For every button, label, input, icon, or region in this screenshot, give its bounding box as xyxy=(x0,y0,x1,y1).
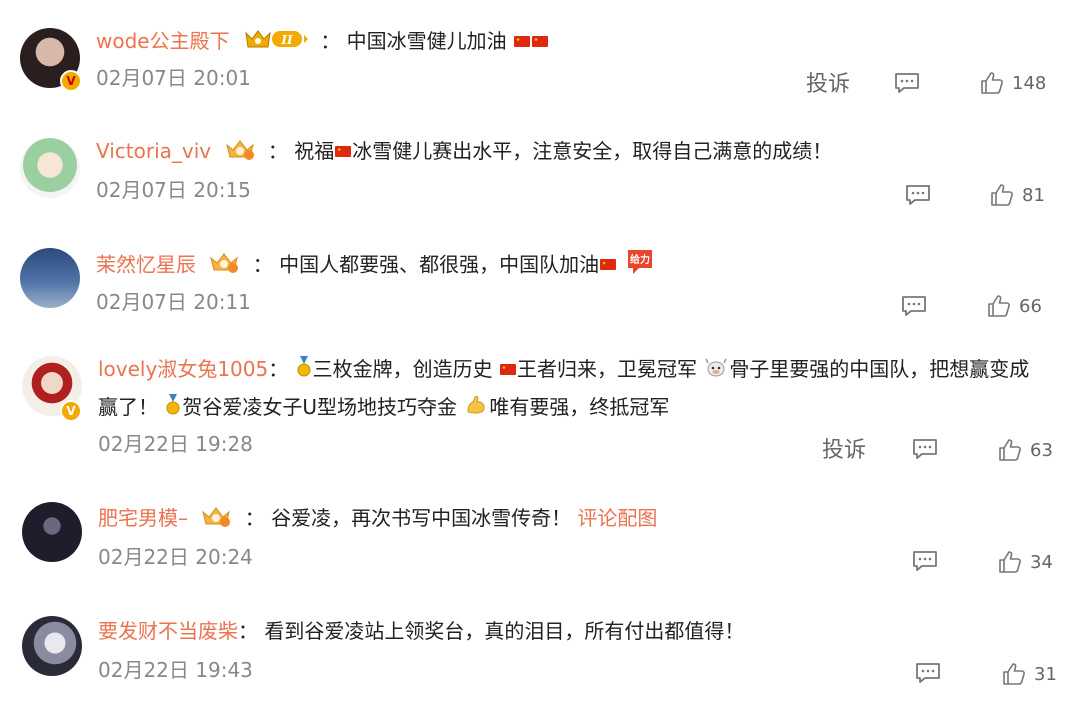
report-button[interactable]: 投诉 xyxy=(822,438,866,464)
thumbs-up-icon xyxy=(981,72,1003,94)
thumbs-up-icon xyxy=(1003,663,1025,685)
comment-time: 02月07日 20:11 xyxy=(96,290,251,314)
report-button[interactable]: 投诉 xyxy=(806,72,850,98)
ox-face-icon xyxy=(705,356,727,386)
verified-badge-icon: V xyxy=(60,400,82,422)
comment-text: ： xyxy=(268,357,289,381)
username[interactable]: 茉然忆星辰 xyxy=(96,253,196,277)
comment-time: 02月22日 19:28 xyxy=(98,432,253,456)
like-count: 148 xyxy=(1012,72,1047,94)
comment-text: ： 中国人都要强、都很强，中国队加油 xyxy=(252,252,600,277)
comment-image-link[interactable]: 评论配图 xyxy=(577,506,657,530)
comment-text: 贺谷爱凌女子U型场地技巧夺金 xyxy=(182,395,464,419)
china-flag-icon xyxy=(499,363,516,375)
thumbs-up-icon xyxy=(991,184,1013,206)
username[interactable]: lovely淑女兔1005 xyxy=(98,357,268,381)
comment-time: 02月07日 20:15 xyxy=(96,178,251,202)
gold-medal-icon xyxy=(166,393,180,424)
like-button[interactable]: 63 xyxy=(998,437,1053,463)
gold-medal-icon xyxy=(297,355,311,386)
verified-badge-icon: V xyxy=(60,70,82,92)
username[interactable]: Victoria_viv xyxy=(96,139,211,163)
thumbs-up-icon xyxy=(999,551,1021,573)
cheer-sticker-icon: 给力 xyxy=(625,248,655,284)
reply-icon[interactable] xyxy=(901,295,927,317)
comment-text: 赢了！ xyxy=(98,395,165,419)
like-count: 66 xyxy=(1019,295,1042,317)
china-flag-icon xyxy=(514,35,531,47)
thumbs-up-icon xyxy=(999,439,1021,461)
reply-icon[interactable] xyxy=(905,184,931,206)
like-button[interactable]: 66 xyxy=(987,293,1042,319)
reply-icon[interactable] xyxy=(912,550,938,572)
vip-level-badge-icon[interactable]: II xyxy=(242,27,308,59)
comment-text: 唯有要强，终抵冠军 xyxy=(489,395,670,419)
fan-crown-badge-icon[interactable] xyxy=(200,504,232,536)
like-button[interactable]: 34 xyxy=(998,549,1053,575)
reply-icon[interactable] xyxy=(894,72,920,94)
like-button[interactable]: 31 xyxy=(1002,661,1057,687)
svg-text:给力: 给力 xyxy=(630,253,650,266)
comment-time: 02月22日 19:43 xyxy=(98,658,253,682)
comment-text: 骨子里要强的中国队，把想赢变成 xyxy=(729,357,1030,381)
username[interactable]: wode公主殿下 xyxy=(96,29,230,53)
flexed-biceps-icon xyxy=(465,394,487,424)
reply-icon[interactable] xyxy=(915,662,941,684)
like-count: 63 xyxy=(1030,439,1053,461)
comment-text-cont: 冰雪健儿赛出水平，注意安全，取得自己满意的成绩！ xyxy=(352,139,833,163)
china-flag-icon xyxy=(532,35,549,47)
comment-text: ： 谷爱凌，再次书写中国冰雪传奇！ xyxy=(244,506,578,530)
fan-crown-badge-icon[interactable] xyxy=(224,137,256,169)
like-button[interactable]: 148 xyxy=(980,70,1046,96)
like-button[interactable]: 81 xyxy=(990,182,1045,208)
comment-text: ： 中国冰雪健儿加油 xyxy=(320,29,507,53)
comment-text: 王者归来，卫冕冠军 xyxy=(516,357,704,381)
like-count: 34 xyxy=(1030,551,1053,573)
comment-text: ： 祝福 xyxy=(267,139,335,163)
comment-time: 02月07日 20:01 xyxy=(96,66,251,90)
svg-text:II: II xyxy=(280,33,293,47)
china-flag-icon xyxy=(600,259,617,270)
reply-icon[interactable] xyxy=(912,438,938,460)
like-count: 81 xyxy=(1022,184,1045,206)
fan-crown-badge-icon[interactable] xyxy=(208,250,240,282)
thumbs-up-icon xyxy=(988,295,1010,317)
comment-text: 三枚金牌，创造历史 xyxy=(312,357,499,381)
china-flag-icon xyxy=(335,145,352,157)
comment-text: ： 看到谷爱凌站上领奖台，真的泪目，所有付出都值得！ xyxy=(238,619,745,643)
comment-time: 02月22日 20:24 xyxy=(98,545,253,569)
username[interactable]: 要发财不当废柴 xyxy=(98,619,238,643)
like-count: 31 xyxy=(1034,663,1057,685)
username[interactable]: 肥宅男模– xyxy=(98,506,188,530)
